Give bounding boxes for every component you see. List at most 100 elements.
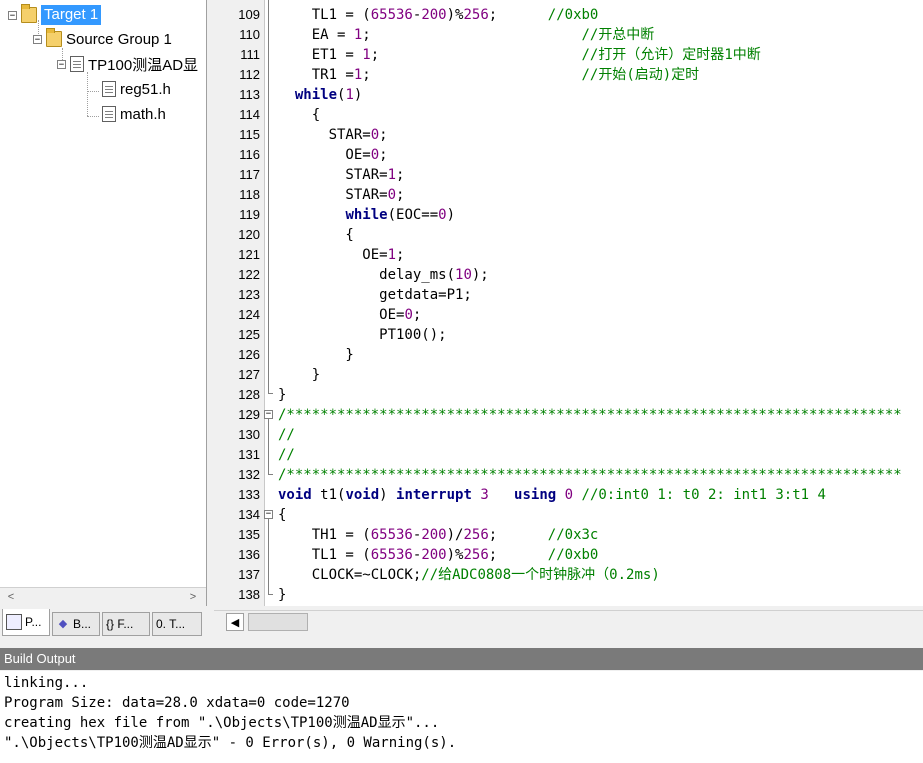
code-line[interactable]: 125 PT100(); — [214, 325, 923, 345]
project-panel: − Target 1 − Source Group 1 − TP100测温AD显… — [0, 0, 207, 606]
code-text: { — [278, 227, 354, 243]
code-editor[interactable]: 109 TL1 = (65536-200)%256; //0xb0 110 EA … — [214, 0, 923, 606]
tab-project[interactable]: P... — [2, 609, 50, 636]
code-line[interactable]: 123 getdata=P1; — [214, 285, 923, 305]
line-number: 116 — [239, 147, 260, 162]
code-text: void t1(void) interrupt 3 using 0 //0:in… — [278, 487, 826, 503]
build-output-line: linking... — [4, 675, 89, 691]
line-number: 111 — [240, 47, 260, 62]
source-group-label: Source Group 1 — [66, 30, 172, 48]
header-file-label: math.h — [120, 105, 166, 123]
code-line[interactable]: 113 while(1) — [214, 85, 923, 105]
project-tab-icon — [6, 614, 22, 630]
line-number: 137 — [238, 567, 260, 582]
fold-collapse-icon[interactable]: − — [264, 410, 273, 419]
code-text: while(1) — [294, 87, 363, 103]
code-text: CLOCK=~CLOCK;//给ADC0808一个时钟脉冲（0.2ms) — [278, 567, 660, 583]
code-line[interactable]: 130 // — [214, 425, 923, 445]
project-horizontal-scrollbar[interactable]: < > — [0, 587, 206, 606]
tab-books[interactable]: ◆ B... — [52, 612, 100, 636]
code-line[interactable]: 115 STAR=0; — [214, 125, 923, 145]
code-line[interactable]: 120 { — [214, 225, 923, 245]
code-text: { — [278, 507, 287, 523]
code-line[interactable]: 114 { — [214, 105, 923, 125]
code-line[interactable]: 118 STAR=0; — [214, 185, 923, 205]
line-number: 122 — [238, 267, 260, 282]
code-line[interactable]: 119 while(EOC==0) — [214, 205, 923, 225]
code-line[interactable]: 111 ET1 = 1; //打开（允许）定时器1中断 — [214, 45, 923, 65]
code-text: STAR=1; — [278, 167, 405, 183]
line-number: 130 — [238, 427, 260, 442]
collapse-icon[interactable]: − — [8, 10, 17, 20]
target-label: Target 1 — [41, 5, 102, 25]
build-output-line: Program Size: data=28.0 xdata=0 code=127… — [4, 695, 350, 711]
line-number: 129 — [238, 407, 260, 422]
line-number: 135 — [238, 527, 260, 542]
code-line[interactable]: 116 OE=0; — [214, 145, 923, 165]
collapse-icon[interactable]: − — [57, 59, 66, 69]
fold-end-marker — [268, 474, 273, 475]
line-number: 136 — [238, 547, 260, 562]
line-number: 126 — [238, 347, 260, 362]
fold-end-marker — [268, 594, 273, 595]
code-line[interactable]: 124 OE=0; — [214, 305, 923, 325]
line-number: 114 — [239, 107, 260, 122]
scroll-left-icon[interactable]: < — [2, 588, 20, 606]
tree-line — [87, 116, 99, 117]
scroll-right-icon[interactable]: > — [184, 588, 202, 606]
code-line[interactable]: 129 /************************************… — [214, 405, 923, 425]
code-line[interactable]: 138} — [214, 585, 923, 605]
scroll-left-icon[interactable]: ◀ — [226, 613, 244, 631]
line-number: 120 — [238, 227, 260, 242]
code-text: TH1 = (65536-200)/256; //0x3c — [278, 527, 599, 543]
code-line[interactable]: 133 void t1(void) interrupt 3 using 0 //0… — [214, 485, 923, 505]
code-text: PT100(); — [278, 327, 447, 343]
build-output-title: Build Output — [0, 648, 923, 670]
header-file-icon — [102, 81, 116, 97]
fold-guide-line — [268, 0, 269, 393]
tab-functions[interactable]: {} F... — [102, 612, 150, 636]
code-text: OE=0; — [278, 147, 388, 163]
tree-item-header-reg51[interactable]: reg51.h — [102, 79, 171, 99]
line-number: 118 — [239, 187, 260, 202]
code-text: STAR=0; — [278, 187, 405, 203]
code-text: // — [278, 447, 295, 463]
editor-horizontal-scrollbar[interactable]: ◀ — [214, 610, 923, 633]
code-line[interactable]: 109 TL1 = (65536-200)%256; //0xb0 — [214, 5, 923, 25]
code-line[interactable]: 121 OE=1; — [214, 245, 923, 265]
code-line[interactable]: 122 delay_ms(10); — [214, 265, 923, 285]
code-line[interactable]: 132 /************************************… — [214, 465, 923, 485]
line-number: 125 — [238, 327, 260, 342]
code-text: /***************************************… — [278, 407, 902, 423]
code-line[interactable]: 127 } — [214, 365, 923, 385]
collapse-icon[interactable]: − — [33, 34, 42, 44]
fold-collapse-icon[interactable]: − — [264, 510, 273, 519]
fold-guide-line — [268, 519, 269, 594]
header-file-icon — [102, 106, 116, 122]
code-text: ET1 = 1; //打开（允许）定时器1中断 — [278, 47, 761, 63]
code-text: EA = 1; //开总中断 — [278, 27, 655, 43]
line-number: 138 — [238, 587, 260, 602]
scroll-thumb[interactable] — [248, 613, 308, 631]
code-line[interactable]: 135 TH1 = (65536-200)/256; //0x3c — [214, 525, 923, 545]
code-line[interactable]: 126 } — [214, 345, 923, 365]
tree-item-source-file[interactable]: − TP100测温AD显 — [57, 54, 198, 74]
code-line[interactable]: 117 STAR=1; — [214, 165, 923, 185]
code-text: OE=1; — [278, 247, 405, 263]
tab-templates[interactable]: 0. T... — [152, 612, 202, 636]
code-line[interactable]: 134 { — [214, 505, 923, 525]
build-output-line: creating hex file from ".\Objects\TP100测… — [4, 715, 440, 731]
tree-item-source-group[interactable]: − Source Group 1 — [33, 28, 172, 49]
code-text: } — [278, 367, 321, 383]
code-text: } — [278, 387, 287, 403]
code-line[interactable]: 131 // — [214, 445, 923, 465]
code-line[interactable]: 112 TR1 =1; //开始(启动)定时 — [214, 65, 923, 85]
tree-item-header-math[interactable]: math.h — [102, 104, 166, 124]
code-text: while(EOC==0) — [345, 207, 456, 223]
code-line[interactable]: 110 EA = 1; //开总中断 — [214, 25, 923, 45]
code-line[interactable]: 136 TL1 = (65536-200)%256; //0xb0 — [214, 545, 923, 565]
build-output-pane[interactable]: linking... Program Size: data=28.0 xdata… — [0, 671, 923, 763]
code-line[interactable]: 128} — [214, 385, 923, 405]
code-line[interactable]: 137 CLOCK=~CLOCK;//给ADC0808一个时钟脉冲（0.2ms) — [214, 565, 923, 585]
tree-item-target[interactable]: − Target 1 — [8, 4, 102, 25]
